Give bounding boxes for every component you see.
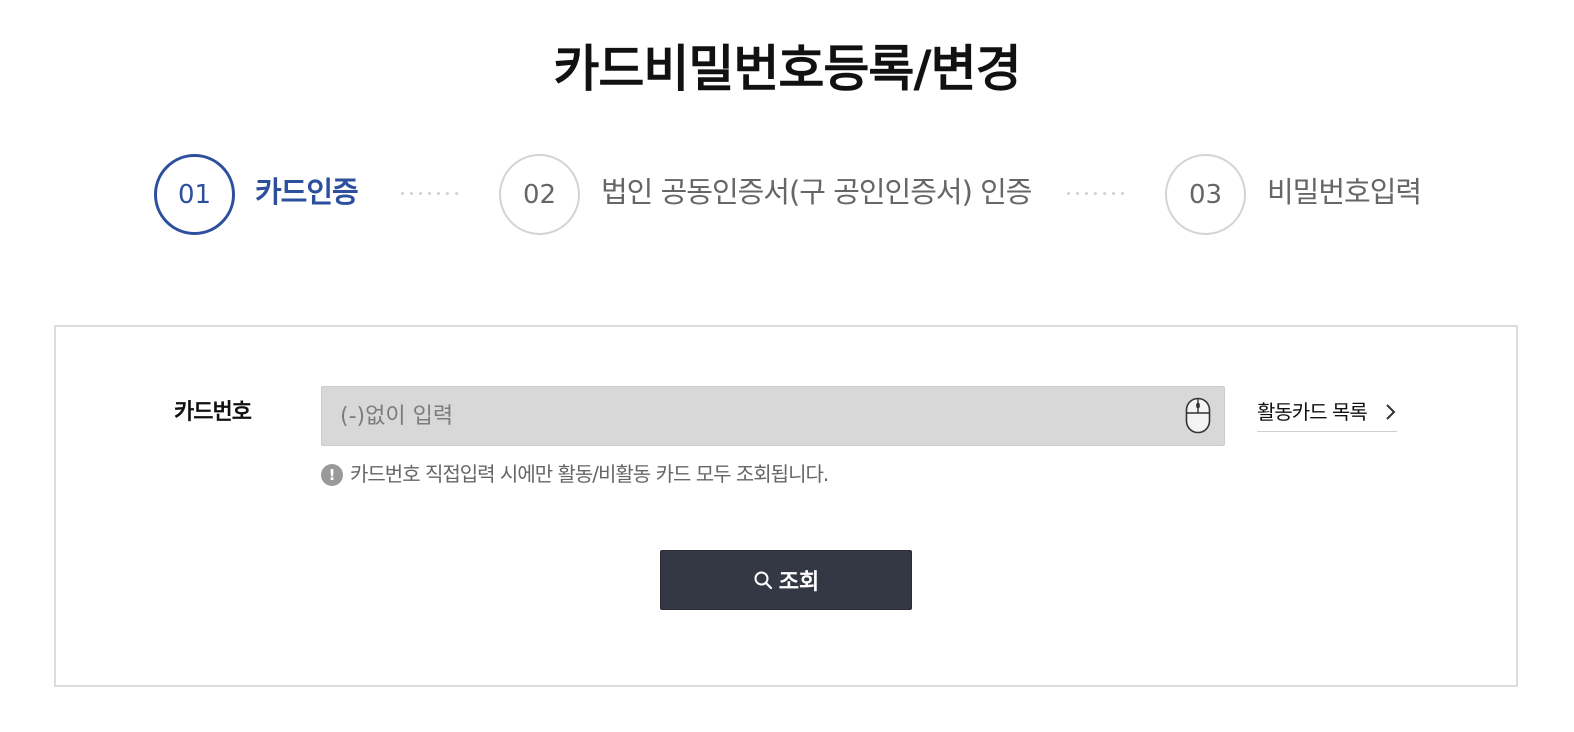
search-button[interactable]: 조회 xyxy=(660,550,912,610)
step-separator-dots xyxy=(1064,192,1128,195)
card-number-label: 카드번호 xyxy=(174,400,252,425)
step-2-label: 법인 공동인증서(구 공인인증서) 인증 xyxy=(601,175,1032,209)
step-separator-dots xyxy=(398,192,462,195)
step-3-number: 03 xyxy=(1165,154,1246,235)
step-2-number: 02 xyxy=(499,154,580,235)
active-card-list-label: 활동카드 목록 xyxy=(1257,400,1368,424)
step-1-number: 01 xyxy=(154,154,235,235)
card-number-input[interactable] xyxy=(321,386,1225,446)
mouse-icon[interactable] xyxy=(1185,397,1211,434)
step-3-label: 비밀번호입력 xyxy=(1267,175,1422,209)
page-title: 카드비밀번호등록/변경 xyxy=(553,40,1021,98)
chevron-right-icon xyxy=(1386,404,1396,420)
notice-text: 카드번호 직접입력 시에만 활동/비활동 카드 모두 조회됩니다. xyxy=(350,462,829,486)
exclamation-icon: ! xyxy=(321,464,343,486)
search-button-label: 조회 xyxy=(778,570,820,595)
search-icon xyxy=(754,571,772,590)
active-card-list-link[interactable]: 활동카드 목록 xyxy=(1257,397,1397,432)
card-auth-form xyxy=(54,325,1518,687)
step-1-label: 카드인증 xyxy=(255,175,359,209)
